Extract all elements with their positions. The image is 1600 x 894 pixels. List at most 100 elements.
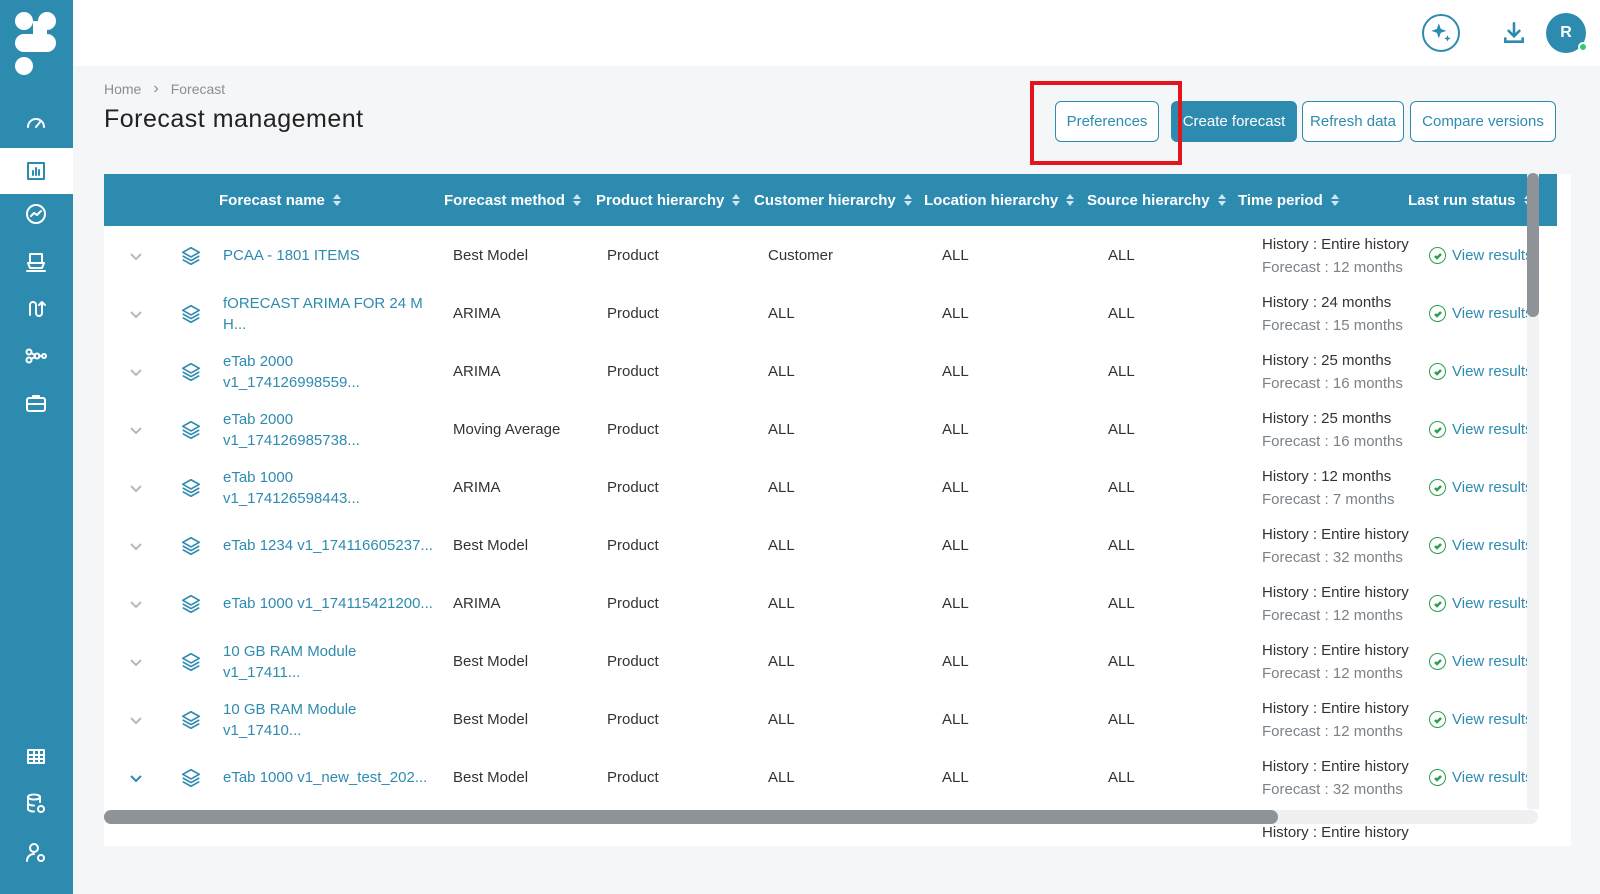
- forecast-name-link[interactable]: eTab 1000 v1_new_test_202...: [223, 748, 433, 807]
- table-row[interactable]: eTab 2000 v1_174126998559... ARIMA Product…: [104, 342, 1557, 401]
- col-source-hierarchy-header[interactable]: Source hierarchy: [1087, 174, 1226, 226]
- expand-chevron-icon[interactable]: [126, 516, 146, 575]
- sort-icon[interactable]: [1066, 194, 1075, 206]
- location-hierarchy: ALL: [942, 653, 969, 670]
- ai-sparkle-icon[interactable]: [1422, 14, 1460, 52]
- view-results-link[interactable]: View results: [1429, 690, 1571, 749]
- table-row[interactable]: PCAA - 1801 ITEMS Best Model Product Custom…: [104, 226, 1557, 285]
- forecast-name-link[interactable]: 10 GB RAM Module v1_17410...: [223, 690, 433, 749]
- layers-icon[interactable]: [180, 516, 202, 575]
- table-row[interactable]: eTab 2000 v1_174126985738... Moving Avera…: [104, 400, 1557, 459]
- expand-chevron-icon[interactable]: [126, 226, 146, 285]
- briefcase-icon[interactable]: [22, 389, 50, 417]
- view-results-link[interactable]: View results: [1429, 748, 1571, 807]
- col-customer-hierarchy-header[interactable]: Customer hierarchy: [754, 174, 912, 226]
- speedometer-icon[interactable]: [22, 108, 50, 136]
- layers-icon[interactable]: [180, 342, 202, 401]
- layers-icon[interactable]: [180, 690, 202, 749]
- col-time-period-header[interactable]: Time period: [1238, 174, 1339, 226]
- layers-icon[interactable]: [180, 226, 202, 285]
- user-avatar[interactable]: R: [1546, 13, 1588, 53]
- ship-icon[interactable]: [22, 248, 50, 276]
- sort-icon[interactable]: [332, 194, 341, 206]
- layers-icon[interactable]: [180, 748, 202, 807]
- table-row[interactable]: 10 GB RAM Module v1_17411... Best Model Pr…: [104, 632, 1557, 691]
- sort-icon[interactable]: [1330, 194, 1339, 206]
- forecast-name-link[interactable]: eTab 1000 v1_174126598443...: [223, 458, 433, 517]
- table-row[interactable]: eTab 1000 v1_174115421200... ARIMA Product…: [104, 574, 1557, 633]
- col-product-hierarchy-header[interactable]: Product hierarchy: [596, 174, 741, 226]
- col-last-run-status-header[interactable]: Last run status: [1408, 174, 1532, 226]
- status-label: View results: [1452, 479, 1533, 496]
- expand-chevron-icon[interactable]: [126, 690, 146, 749]
- layers-icon[interactable]: [180, 284, 202, 343]
- app-logo[interactable]: [12, 10, 60, 78]
- product-hierarchy: Product: [607, 537, 659, 554]
- forecast-name-link[interactable]: eTab 1234 v1_174116605237...: [223, 516, 433, 575]
- col-forecast-name-header[interactable]: Forecast name: [219, 174, 341, 226]
- expand-chevron-icon[interactable]: [126, 574, 146, 633]
- route-icon[interactable]: [22, 295, 50, 323]
- sort-icon[interactable]: [732, 194, 741, 206]
- view-results-link[interactable]: View results: [1429, 516, 1571, 575]
- view-results-link[interactable]: View results: [1429, 574, 1571, 633]
- layers-icon[interactable]: [180, 458, 202, 517]
- table-row[interactable]: eTab 1000 v1_174126598443... ARIMA Product…: [104, 458, 1557, 517]
- create-forecast-button[interactable]: Create forecast: [1171, 101, 1297, 142]
- view-results-link[interactable]: View results: [1429, 342, 1571, 401]
- forecast-name-link[interactable]: eTab 1000 v1_174115421200...: [223, 574, 433, 633]
- sort-icon[interactable]: [572, 194, 581, 206]
- col-location-hierarchy-header[interactable]: Location hierarchy: [924, 174, 1075, 226]
- sidebar-item-forecast[interactable]: [0, 148, 73, 194]
- user-settings-icon[interactable]: [22, 838, 50, 866]
- time-period: History : 24 months Forecast : 15 months: [1262, 284, 1432, 343]
- preferences-button[interactable]: Preferences: [1055, 101, 1159, 142]
- horizontal-scrollbar-thumb[interactable]: [104, 810, 1278, 824]
- history-period: History : Entire history: [1262, 824, 1409, 841]
- check-circle-icon: [1429, 305, 1446, 322]
- view-results-link[interactable]: View results: [1429, 632, 1571, 691]
- status-label: View results: [1452, 537, 1533, 554]
- check-circle-icon: [1429, 363, 1446, 380]
- view-results-link[interactable]: View results: [1429, 284, 1571, 343]
- view-results-link[interactable]: View results: [1429, 226, 1571, 285]
- table-row[interactable]: fORECAST ARIMA FOR 24 M H... ARIMA Product…: [104, 284, 1557, 343]
- table-row[interactable]: 10 GB RAM Module v1_17410... Best Model Pr…: [104, 690, 1557, 749]
- table-icon[interactable]: [22, 742, 50, 770]
- forecast-name-link[interactable]: fORECAST ARIMA FOR 24 M H...: [223, 284, 433, 343]
- table-row[interactable]: eTab 1000 v1_new_test_202... Best Model Pr…: [104, 748, 1557, 807]
- expand-chevron-icon[interactable]: [126, 400, 146, 459]
- location-hierarchy: ALL: [942, 769, 969, 786]
- sort-icon[interactable]: [1217, 194, 1226, 206]
- expand-chevron-icon[interactable]: [126, 342, 146, 401]
- sort-icon[interactable]: [903, 194, 912, 206]
- database-settings-icon[interactable]: [22, 790, 50, 818]
- layers-icon[interactable]: [180, 632, 202, 691]
- view-results-link[interactable]: View results: [1429, 458, 1571, 517]
- forecast-name-link[interactable]: 10 GB RAM Module v1_17411...: [223, 632, 433, 691]
- breadcrumb-current[interactable]: Forecast: [171, 81, 225, 97]
- trend-circle-icon[interactable]: [22, 200, 50, 228]
- network-icon[interactable]: [22, 342, 50, 370]
- customer-hierarchy: ALL: [768, 595, 795, 612]
- forecast-name-link[interactable]: eTab 2000 v1_174126998559...: [223, 342, 433, 401]
- product-hierarchy: Product: [607, 363, 659, 380]
- table-row[interactable]: eTab 1234 v1_174116605237... Best Model Pr…: [104, 516, 1557, 575]
- expand-chevron-icon[interactable]: [126, 632, 146, 691]
- customer-hierarchy: ALL: [768, 537, 795, 554]
- expand-chevron-icon[interactable]: [126, 748, 146, 807]
- forecast-name-link[interactable]: PCAA - 1801 ITEMS: [223, 226, 433, 285]
- view-results-link[interactable]: View results: [1429, 400, 1571, 459]
- compare-versions-button[interactable]: Compare versions: [1410, 101, 1556, 142]
- download-icon[interactable]: [1495, 14, 1533, 52]
- col-forecast-method-header[interactable]: Forecast method: [444, 174, 581, 226]
- breadcrumb-home[interactable]: Home: [104, 81, 141, 97]
- expand-chevron-icon[interactable]: [126, 284, 146, 343]
- refresh-data-button[interactable]: Refresh data: [1302, 101, 1404, 142]
- expand-chevron-icon[interactable]: [126, 458, 146, 517]
- forecast-name-link[interactable]: eTab 2000 v1_174126985738...: [223, 400, 433, 459]
- layers-icon[interactable]: [180, 400, 202, 459]
- vertical-scrollbar-thumb[interactable]: [1527, 173, 1539, 317]
- location-hierarchy: ALL: [942, 363, 969, 380]
- layers-icon[interactable]: [180, 574, 202, 633]
